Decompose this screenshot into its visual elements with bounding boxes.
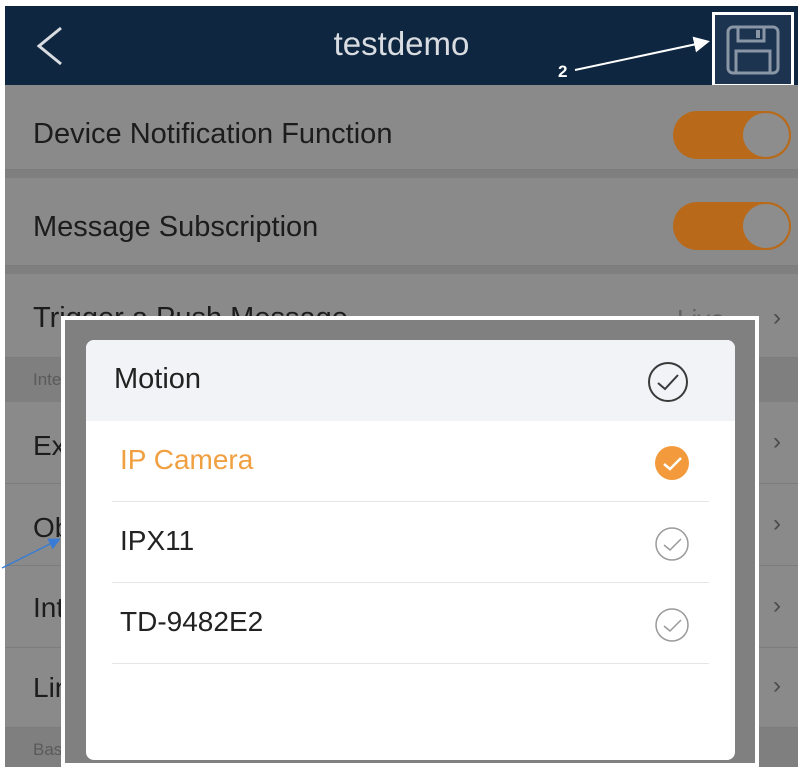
message-subscription-row: Message Subscription bbox=[5, 178, 798, 266]
chevron-right-icon: › bbox=[773, 428, 781, 455]
check-circle-icon bbox=[655, 608, 689, 642]
option-td-9482e2[interactable]: TD-9482E2 bbox=[112, 583, 709, 664]
device-notification-label: Device Notification Function bbox=[33, 118, 393, 150]
option-ip-camera[interactable]: IP Camera bbox=[112, 421, 709, 502]
popup-title: Motion bbox=[114, 363, 202, 395]
page-title: testdemo bbox=[333, 25, 470, 62]
option-label: IPX11 bbox=[120, 525, 195, 556]
message-subscription-toggle[interactable] bbox=[673, 202, 791, 250]
chevron-right-icon: › bbox=[773, 672, 781, 699]
row-divider bbox=[5, 170, 798, 178]
option-ipx11[interactable]: IPX11 bbox=[112, 502, 709, 583]
message-subscription-label: Message Subscription bbox=[33, 211, 319, 243]
check-circle-icon bbox=[655, 446, 689, 480]
chevron-right-icon: › bbox=[773, 510, 781, 537]
check-circle-icon bbox=[655, 527, 689, 561]
device-select-popup: Motion IP Camera IPX11 TD-9482E2 bbox=[86, 340, 735, 760]
popup-header[interactable]: Motion bbox=[86, 340, 735, 421]
toggle-knob bbox=[743, 113, 789, 157]
check-circle-icon[interactable] bbox=[646, 360, 690, 404]
annotation-number: 2 bbox=[558, 62, 568, 81]
device-notification-toggle[interactable] bbox=[673, 111, 791, 159]
chevron-right-icon: › bbox=[773, 592, 781, 619]
top-bar: testdemo 2 bbox=[5, 6, 798, 87]
option-label: IP Camera bbox=[120, 444, 254, 475]
row-divider bbox=[5, 266, 798, 274]
option-label: TD-9482E2 bbox=[120, 606, 264, 637]
list-item-label: Int bbox=[33, 592, 65, 623]
save-floppy-icon bbox=[726, 25, 780, 75]
device-notification-row: Device Notification Function bbox=[5, 85, 798, 170]
toggle-knob bbox=[743, 204, 789, 248]
chevron-right-icon: › bbox=[773, 304, 781, 331]
save-button[interactable] bbox=[712, 12, 794, 87]
